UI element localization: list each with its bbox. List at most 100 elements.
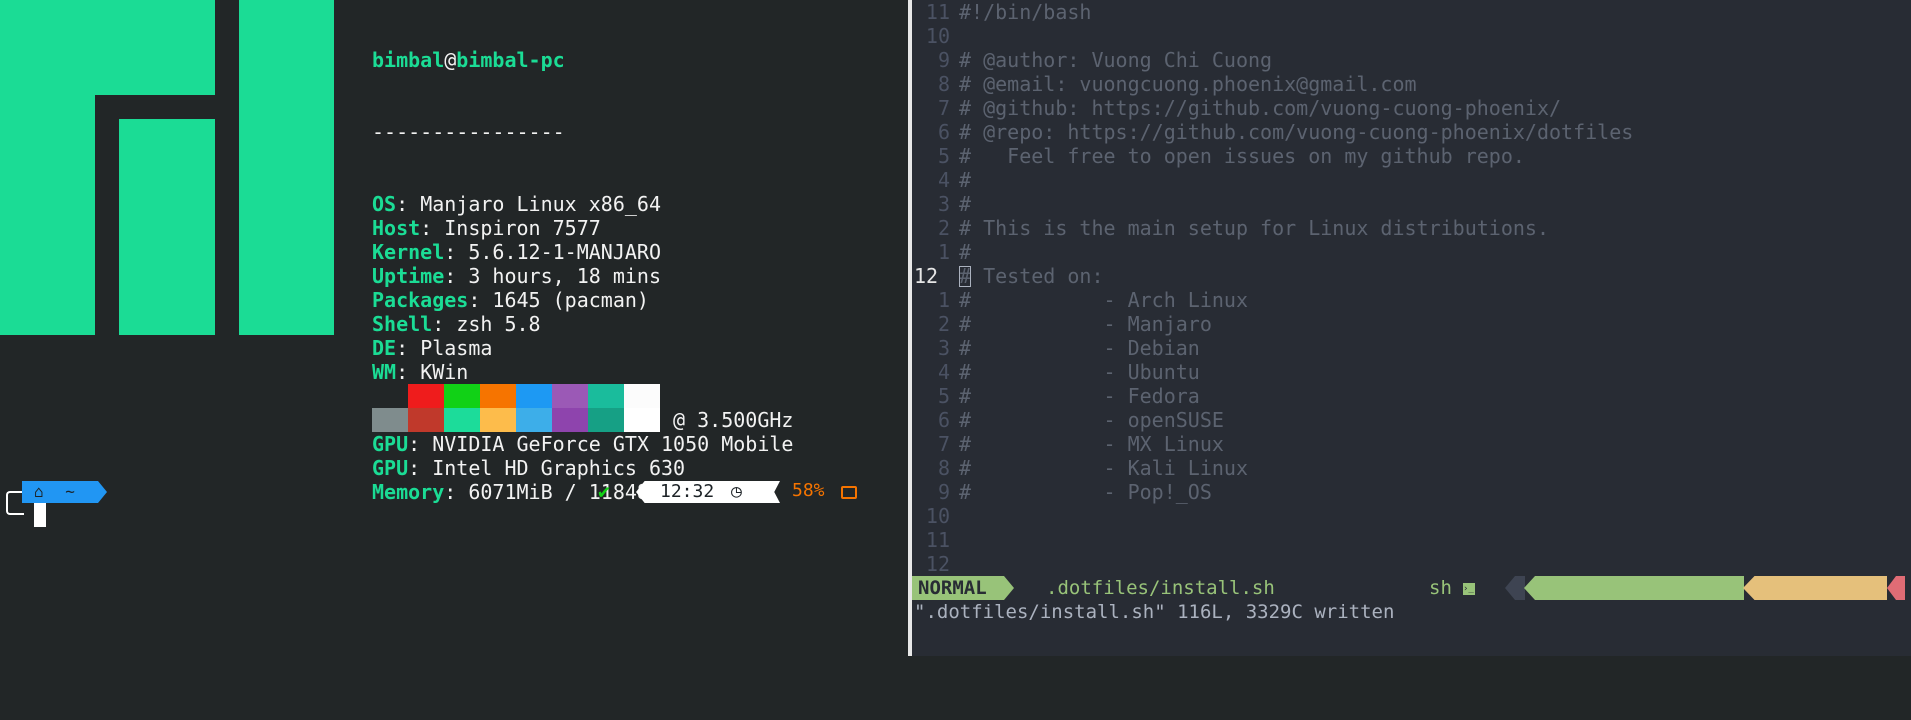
at-sign: @: [444, 48, 457, 72]
line-text: # - Manjaro: [959, 312, 1212, 336]
line-number: 3: [937, 192, 950, 216]
line-number: 2: [937, 312, 950, 336]
info-key: Uptime: [372, 264, 445, 288]
line-text: # - MX Linux: [959, 432, 1224, 456]
line-text: #!/bin/bash: [959, 0, 1092, 24]
color-swatch: [552, 384, 588, 408]
position-segment: 10% ☰ 12: 1: [1524, 576, 1744, 600]
info-value: 5.6.12-1-MANJARO: [468, 240, 661, 264]
prompt-dir: ~: [65, 482, 75, 501]
line-text: # @github: https://github.com/vuong-cuon…: [959, 96, 1562, 120]
time: 12:32: [660, 481, 715, 502]
separator: ----------------: [372, 120, 565, 144]
line-number: 7: [937, 432, 950, 456]
line-number: 11: [925, 0, 950, 24]
color-swatch: [588, 384, 624, 408]
line-number: 5: [937, 384, 950, 408]
user: bimbal: [372, 48, 445, 72]
color-swatch: [624, 408, 660, 432]
color-swatch: [372, 408, 408, 432]
info-key: OS: [372, 192, 397, 216]
info-row: Packages: 1645 (pacman): [372, 288, 649, 312]
line-number: 1: [937, 288, 950, 312]
info-value: 3 hours, 18 mins: [468, 264, 661, 288]
info-row: Kernel: 5.6.12-1-MANJARO: [372, 240, 661, 264]
warning-text: [33]tra…: [1823, 601, 1911, 623]
info-key: WM: [372, 360, 397, 384]
error-segment[interactable]: [1887, 576, 1905, 600]
line-number: 8: [937, 456, 950, 480]
command-message: ".dotfiles/install.sh" 116L, 3329C writt…: [914, 601, 1395, 623]
file-type: sh: [1429, 577, 1452, 599]
color-swatch: [372, 384, 408, 408]
prompt-arrow: [98, 481, 107, 503]
info-key: Packages: [372, 288, 469, 312]
info-value: Intel HD Graphics 630: [432, 456, 686, 480]
line-number: 11: [925, 528, 950, 552]
line-number: 10: [925, 504, 950, 528]
line-text: #: [959, 192, 972, 216]
separator-arrow: [1505, 576, 1525, 600]
line-text: # - Pop!_OS: [959, 480, 1212, 504]
color-swatch: [552, 408, 588, 432]
info-row: Shell: zsh 5.8: [372, 312, 541, 336]
info-key: GPU: [372, 432, 409, 456]
info-row: OS: Manjaro Linux x86_64: [372, 192, 662, 216]
home-icon: ⌂: [34, 482, 44, 501]
info-value: Plasma: [420, 336, 493, 360]
color-swatch: [480, 384, 516, 408]
color-swatch: [444, 384, 480, 408]
info-key: Kernel: [372, 240, 445, 264]
vim-editor-pane[interactable]: 11 #!/bin/bash 10 9 # @author: Vuong Chi Cuo…: [912, 0, 1911, 656]
line-text: # @repo: https://github.com/vuong-cuong-…: [959, 120, 1634, 144]
info-value: Manjaro Linux x86_64: [420, 192, 662, 216]
line-number: 3: [937, 336, 950, 360]
line-number: 6: [937, 120, 950, 144]
line-number: 4: [937, 360, 950, 384]
line-number: 12: [925, 552, 950, 576]
color-swatch: [624, 384, 660, 408]
info-row: WM: KWin: [372, 360, 469, 384]
line-text: # This is the main setup for Linux distr…: [959, 216, 1550, 240]
info-key: Host: [372, 216, 421, 240]
mode-indicator: NORMAL: [912, 576, 1004, 600]
info-value: KWin: [420, 360, 469, 384]
line-number: 4: [937, 168, 950, 192]
line-number: 2: [937, 216, 950, 240]
color-swatch: [444, 408, 480, 432]
info-value: NVIDIA GeForce GTX 1050 Mobile: [432, 432, 794, 456]
info-value: Inspiron 7577: [444, 216, 601, 240]
info-row: Uptime: 3 hours, 18 mins: [372, 264, 661, 288]
clock-icon: ◷: [731, 481, 742, 502]
line-text: # - Debian: [959, 336, 1200, 360]
cursor: [34, 503, 46, 527]
line-number: 7: [937, 96, 950, 120]
line-text: # @author: Vuong Chi Cuong: [959, 48, 1273, 72]
mode-arrow: [1004, 576, 1014, 600]
info-key: Shell: [372, 312, 433, 336]
editor-cursor: [959, 266, 971, 287]
battery: 58%: [792, 480, 825, 501]
terminal-left-pane[interactable]: bimbal@bimbal-pc ---------------- OS: Ma…: [0, 0, 908, 656]
color-swatch: [480, 408, 516, 432]
info-value: 1645 (pacman): [492, 288, 649, 312]
info-key: GPU: [372, 456, 409, 480]
check-icon: ✔: [598, 479, 611, 503]
line-number: 12: [914, 264, 939, 288]
color-swatch: [588, 408, 624, 432]
lines-icon: ☰: [1605, 625, 1658, 647]
line-text: #: [959, 240, 972, 264]
line-text: # - Ubuntu: [959, 360, 1200, 384]
line-text: # Tested on:: [959, 264, 1104, 288]
drive-icon: [841, 486, 857, 499]
line-number: 5: [937, 144, 950, 168]
info-row: GPU: Intel HD Graphics 630: [372, 456, 686, 480]
file-name: .dotfiles/install.sh: [1046, 577, 1275, 599]
hostname: bimbal-pc: [456, 48, 565, 72]
trailing-icon: ☲: [1806, 601, 1824, 623]
prompt-dir-segment: ⌂ ~: [22, 481, 98, 503]
cursor-col: 1: [1617, 673, 1630, 695]
info-key: DE: [372, 336, 397, 360]
warning-segment[interactable]: ☲[33]tra…: [1743, 576, 1887, 600]
info-row: DE: Plasma: [372, 336, 493, 360]
